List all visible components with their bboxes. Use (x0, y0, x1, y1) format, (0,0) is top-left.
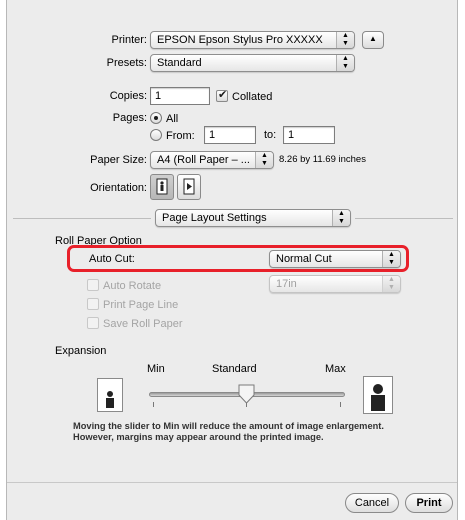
separator-left (13, 218, 151, 219)
cancel-button[interactable]: Cancel (345, 493, 399, 513)
checkbox-checked-icon (216, 88, 228, 102)
copies-field[interactable]: 1 (150, 87, 210, 105)
auto-rotate-value: 17in (276, 278, 297, 290)
panel-popup[interactable]: Page Layout Settings ▲ ▼ (155, 209, 351, 227)
popup-arrows-icon: ▲ ▼ (336, 32, 354, 48)
slider-tick (153, 402, 154, 407)
presets-label: Presets: (106, 57, 147, 69)
orientation-portrait-button[interactable] (150, 174, 174, 200)
checkbox-unchecked-icon (87, 317, 99, 329)
popup-arrows-icon: ▲ ▼ (255, 152, 273, 168)
checkbox-unchecked-icon (87, 279, 99, 291)
printer-popup[interactable]: EPSON Epson Stylus Pro XXXXX ▲ ▼ (150, 31, 355, 49)
auto-cut-label: Auto Cut: (89, 253, 135, 265)
expansion-note-line1: Moving the slider to Min will reduce the… (73, 421, 384, 431)
landscape-icon (183, 178, 195, 195)
panel-value: Page Layout Settings (162, 212, 267, 224)
pages-from-field[interactable]: 1 (204, 126, 256, 144)
expand-disclosure-button[interactable]: ▲ (362, 31, 384, 49)
popup-arrows-icon: ▲ ▼ (382, 276, 400, 292)
pages-from-radio[interactable]: From: (150, 129, 195, 142)
pages-label: Pages: (112, 112, 147, 124)
print-dialog: Printer: EPSON Epson Stylus Pro XXXXX ▲ ▼… (6, 0, 458, 520)
auto-rotate-label: Auto Rotate (103, 280, 162, 292)
paper-size-popup[interactable]: A4 (Roll Paper – ... ▲ ▼ (150, 151, 274, 169)
popup-arrows-icon: ▲ ▼ (332, 210, 350, 226)
popup-arrows-icon: ▲ ▼ (382, 251, 400, 267)
auto-cut-value: Normal Cut (276, 253, 332, 265)
auto-rotate-popup[interactable]: 17in ▲ ▼ (269, 275, 401, 293)
auto-rotate-checkbox[interactable]: Auto Rotate (87, 279, 161, 292)
expansion-title: Expansion (55, 345, 107, 357)
slider-standard-label: Standard (212, 363, 257, 375)
footer-separator (7, 482, 457, 483)
pages-all-label: All (166, 113, 179, 125)
collated-checkbox[interactable]: Collated (216, 88, 273, 103)
min-person-icon (97, 378, 123, 412)
pages-from-label: From: (166, 130, 195, 142)
paper-size-label: Paper Size: (90, 154, 147, 166)
separator-right (355, 218, 453, 219)
pages-all-radio[interactable]: All (150, 112, 178, 125)
radio-selected-icon (150, 112, 162, 124)
print-page-line-label: Print Page Line (103, 299, 179, 311)
save-roll-paper-label: Save Roll Paper (103, 318, 183, 330)
expansion-slider-thumb[interactable] (238, 384, 255, 404)
expansion-note-line2: However, margins may appear around the p… (73, 432, 324, 442)
checkbox-unchecked-icon (87, 298, 99, 310)
collated-label: Collated (232, 91, 273, 103)
slider-tick (340, 402, 341, 407)
triangle-up-icon: ▲ (369, 34, 377, 43)
print-button[interactable]: Print (405, 493, 453, 513)
orientation-landscape-button[interactable] (177, 174, 201, 200)
printer-label: Printer: (111, 34, 147, 46)
portrait-icon (156, 178, 168, 195)
pages-to-field[interactable]: 1 (283, 126, 335, 144)
printer-value: EPSON Epson Stylus Pro XXXXX (157, 34, 323, 46)
presets-value: Standard (157, 57, 202, 69)
pages-to-label: to: (264, 129, 277, 141)
auto-cut-popup[interactable]: Normal Cut ▲ ▼ (269, 250, 401, 268)
paper-dimensions: 8.26 by 11.69 inches (279, 154, 366, 165)
max-person-icon (363, 376, 393, 414)
orientation-label: Orientation: (90, 182, 147, 194)
copies-label: Copies: (109, 90, 147, 102)
slider-min-label: Min (147, 363, 165, 375)
print-page-line-checkbox[interactable]: Print Page Line (87, 298, 178, 311)
paper-size-value: A4 (Roll Paper – ... (157, 154, 250, 166)
presets-popup[interactable]: Standard ▲ ▼ (150, 54, 355, 72)
radio-unselected-icon (150, 129, 162, 141)
save-roll-paper-checkbox[interactable]: Save Roll Paper (87, 317, 183, 330)
popup-arrows-icon: ▲ ▼ (336, 55, 354, 71)
slider-max-label: Max (325, 363, 346, 375)
